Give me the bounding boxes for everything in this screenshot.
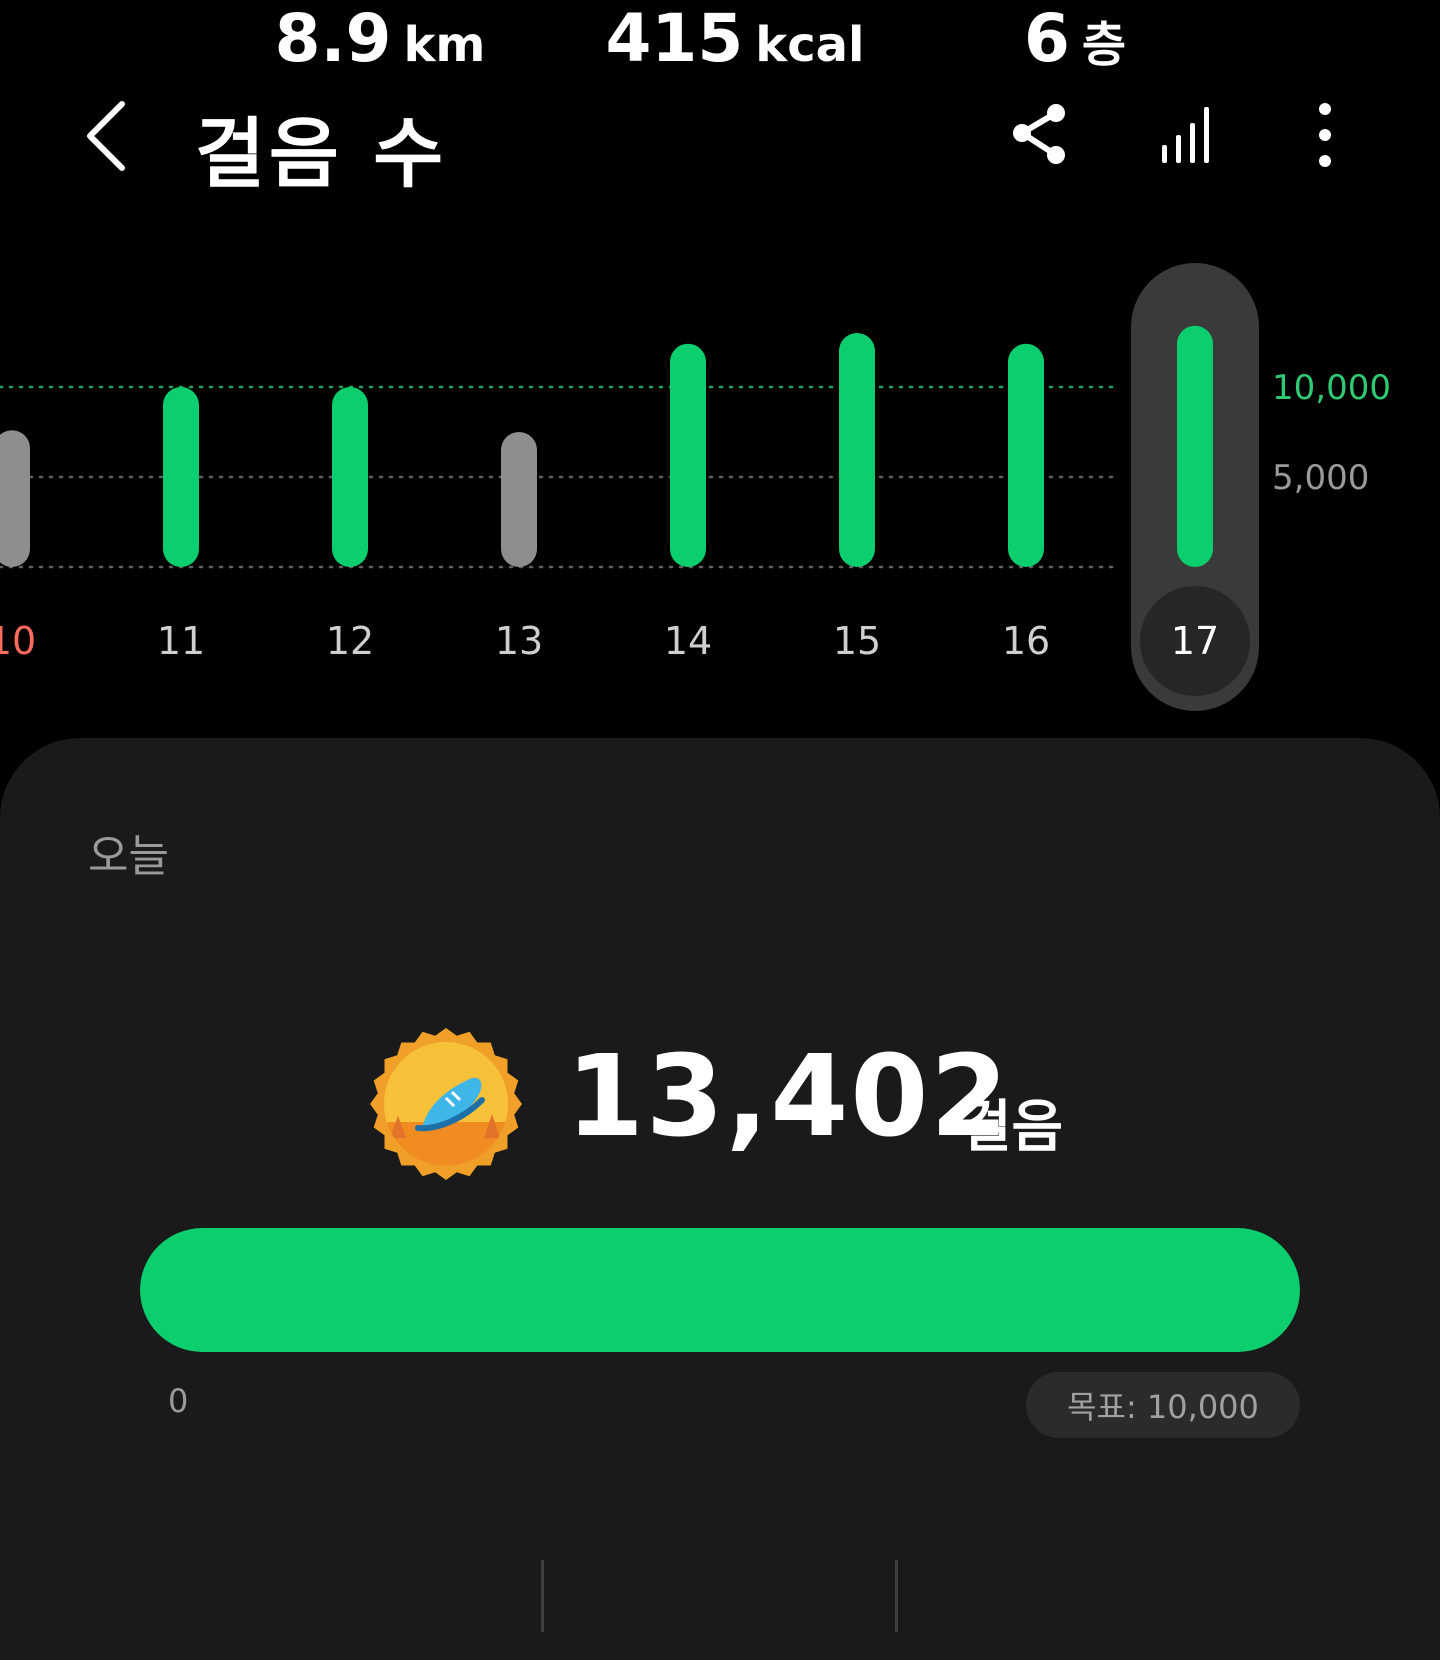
x-tick-label: 13 [495, 619, 543, 663]
y-tick-label: 10,000 [1272, 368, 1391, 408]
calories-value: 415 [605, 0, 744, 77]
floors-unit: 층 [1081, 17, 1127, 73]
distance-value: 8.9 [274, 0, 392, 77]
y-tick-label: 5,000 [1272, 458, 1369, 498]
share-icon [1013, 104, 1065, 164]
progress-min-label: 0 [168, 1382, 189, 1420]
x-tick-label: 17 [1171, 619, 1219, 663]
step-unit-label: 걸음 [960, 1095, 1064, 1160]
bar-chart-button[interactable] [1150, 95, 1230, 175]
stat-divider [541, 1560, 544, 1632]
more-vertical-icon [1319, 103, 1331, 167]
x-tick-label: 10 [0, 619, 36, 663]
distance-stat: 8.9 km [230, 0, 530, 80]
back-button[interactable] [70, 90, 150, 185]
goal-progress-fill [140, 1228, 1300, 1352]
today-step-count: 13,402 [566, 1032, 1011, 1162]
more-options-button[interactable] [1287, 95, 1367, 175]
daily-steps-chart[interactable]: 10,000 5,000 10 11 12 13 14 15 16 17 [0, 250, 1440, 720]
stat-divider [895, 1560, 898, 1632]
running-shoe-badge-icon [368, 1026, 524, 1182]
distance-unit: km [403, 17, 486, 73]
goal-progress-bar [140, 1228, 1300, 1352]
steps-bar-chart: 10,000 5,000 10 11 12 13 14 15 16 17 [0, 263, 1391, 711]
page-title: 걸음 수 [195, 109, 448, 198]
x-tick-label: 14 [664, 619, 712, 663]
x-tick-label: 11 [157, 619, 205, 663]
calories-unit: kcal [755, 17, 865, 73]
x-tick-label: 12 [326, 619, 374, 663]
today-label: 오늘 [88, 831, 169, 882]
x-tick-label: 16 [1002, 619, 1050, 663]
floors-stat: 6 층 [945, 0, 1205, 80]
back-arrow-icon [87, 101, 125, 171]
x-tick-label: 15 [833, 619, 881, 663]
goal-label[interactable]: 목표: 10,000 [1026, 1372, 1300, 1438]
share-button[interactable] [1000, 95, 1080, 175]
bar-chart-icon [1162, 107, 1209, 163]
floors-value: 6 [1023, 0, 1070, 77]
calories-stat: 415 kcal [585, 0, 885, 80]
today-card [0, 738, 1440, 1660]
